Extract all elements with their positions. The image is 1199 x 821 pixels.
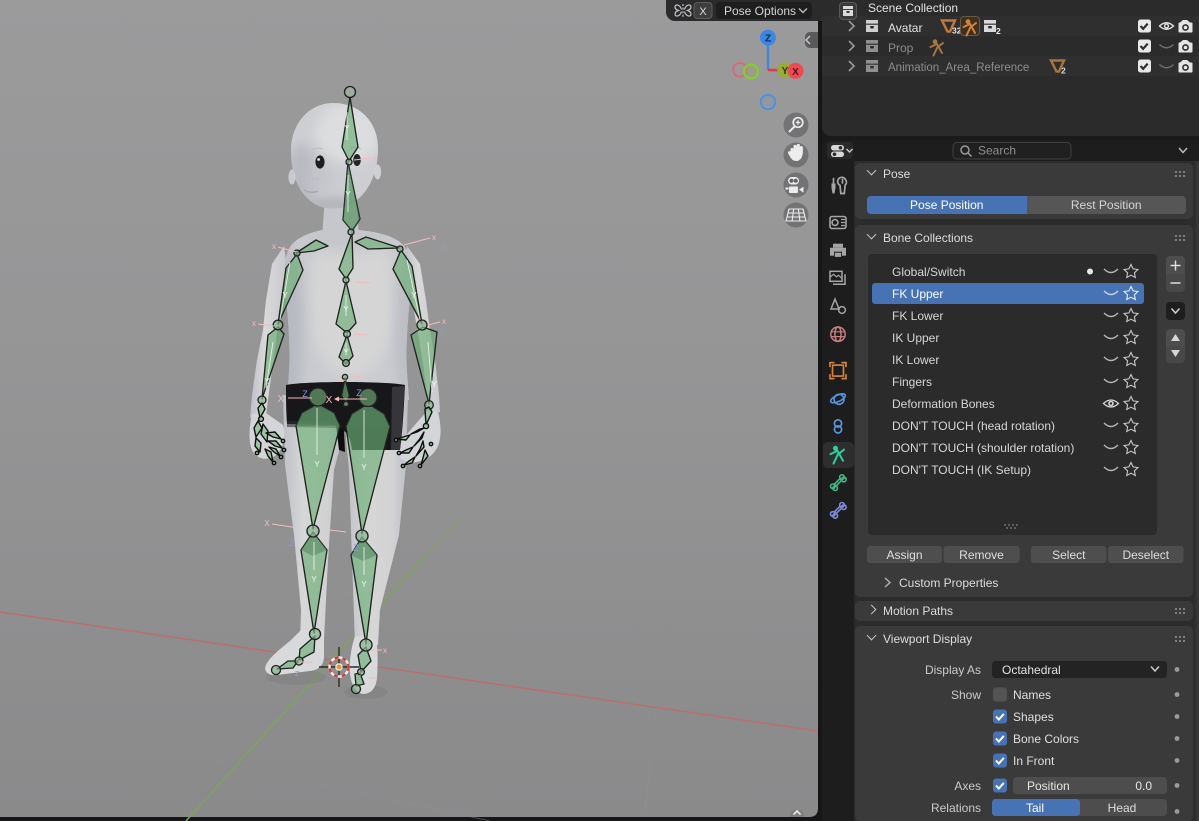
svg-text:Assign: Assign [886, 548, 922, 562]
svg-text:X: X [792, 67, 799, 78]
svg-text:Show: Show [951, 688, 981, 702]
svg-text:x: x [373, 154, 377, 163]
svg-text:Global/Switch: Global/Switch [892, 265, 965, 279]
svg-text:Y: Y [361, 463, 367, 472]
svg-text:Tail: Tail [1026, 801, 1044, 815]
svg-text:x: x [252, 319, 256, 328]
svg-text:Y: Y [411, 291, 417, 300]
svg-text:Octahedral: Octahedral [1002, 663, 1061, 677]
svg-text:Relations: Relations [931, 801, 981, 815]
svg-text:Bone Colors: Bone Colors [1013, 732, 1079, 746]
svg-text:Y: Y [314, 460, 320, 469]
svg-text:Remove: Remove [959, 548, 1004, 562]
svg-text:Y: Y [264, 377, 270, 386]
svg-text:Pose Options: Pose Options [724, 4, 796, 18]
svg-text:Deformation Bones: Deformation Bones [892, 397, 995, 411]
svg-text:DON'T TOUCH (IK Setup): DON'T TOUCH (IK Setup) [892, 463, 1031, 477]
svg-text:Deselect: Deselect [1122, 548, 1169, 562]
svg-text:Z: Z [353, 543, 359, 553]
svg-text:x: x [442, 317, 446, 326]
svg-text:FK Upper: FK Upper [892, 287, 943, 301]
svg-text:X: X [264, 519, 270, 528]
svg-text:Y: Y [361, 580, 367, 589]
svg-text:Display As: Display As [925, 663, 981, 677]
svg-text:x: x [432, 233, 436, 242]
svg-text:Axes: Axes [954, 779, 981, 793]
svg-text:DON'T TOUCH (shoulder rotation: DON'T TOUCH (shoulder rotation) [892, 441, 1074, 455]
svg-text:z: z [295, 668, 300, 678]
svg-text:X: X [699, 6, 707, 18]
svg-text:Z: Z [356, 388, 362, 398]
svg-text:Search: Search [978, 144, 1016, 158]
svg-text:Position: Position [1027, 779, 1070, 793]
svg-text:z: z [357, 672, 362, 682]
svg-text:DON'T TOUCH (head rotation): DON'T TOUCH (head rotation) [892, 419, 1055, 433]
svg-text:Y: Y [431, 380, 437, 389]
svg-text:Fingers: Fingers [892, 375, 932, 389]
svg-text:X: X [326, 395, 333, 406]
svg-text:Y: Y [343, 348, 349, 357]
svg-text:Shapes: Shapes [1013, 710, 1054, 724]
svg-text:Y: Y [344, 124, 350, 133]
svg-text:Names: Names [1013, 688, 1051, 702]
svg-text:X: X [278, 394, 285, 405]
svg-text:Y: Y [343, 305, 349, 314]
svg-text:z: z [441, 242, 446, 252]
svg-text:x: x [272, 242, 276, 251]
svg-text:Y: Y [345, 190, 351, 199]
svg-text:FK Lower: FK Lower [892, 309, 943, 323]
svg-text:z: z [440, 326, 445, 336]
svg-text:Select: Select [1052, 548, 1086, 562]
svg-text:IK Upper: IK Upper [892, 331, 939, 345]
svg-text:In Front: In Front [1013, 754, 1055, 768]
svg-text:Custom Properties: Custom Properties [899, 576, 998, 590]
svg-text:0.0: 0.0 [1135, 779, 1152, 793]
svg-text:Y: Y [311, 575, 317, 584]
svg-text:x: x [383, 646, 387, 655]
svg-text:Z: Z [302, 389, 308, 399]
svg-text:Head: Head [1108, 801, 1137, 815]
svg-text:Z: Z [289, 538, 295, 548]
svg-text:Y: Y [282, 291, 288, 300]
svg-text:IK Lower: IK Lower [892, 353, 939, 367]
svg-text:Z: Z [765, 34, 771, 45]
